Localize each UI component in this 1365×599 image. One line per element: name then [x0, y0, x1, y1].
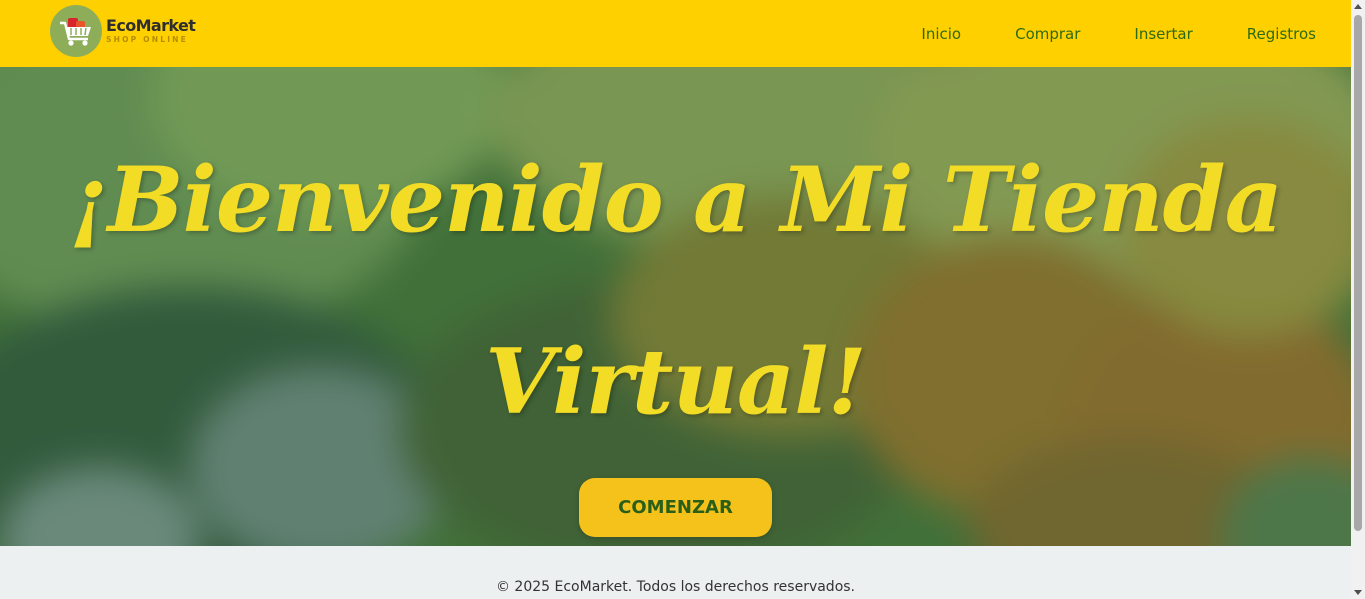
nav-link-comprar[interactable]: Comprar [1015, 25, 1080, 43]
comenzar-button[interactable]: COMENZAR [579, 478, 772, 537]
shopping-cart-icon [50, 5, 102, 57]
hero-title: ¡Bienvenido a Mi Tienda Virtual! [69, 147, 1283, 435]
nav-link-registros[interactable]: Registros [1247, 25, 1316, 43]
hero-section: ¡Bienvenido a Mi Tienda Virtual! COMENZA… [0, 67, 1351, 546]
nav-link-inicio[interactable]: Inicio [921, 25, 961, 43]
vertical-scrollbar[interactable] [1351, 0, 1365, 599]
scroll-up-arrow-icon[interactable] [1354, 4, 1362, 9]
nav-link-insertar[interactable]: Insertar [1134, 25, 1192, 43]
scroll-down-arrow-icon[interactable] [1354, 590, 1362, 595]
scrollbar-thumb[interactable] [1354, 15, 1362, 531]
navbar: EcoMarket SHOP ONLINE Inicio Comprar Ins… [0, 0, 1351, 67]
brand-name: EcoMarket [106, 16, 196, 36]
copyright-text: © 2025 EcoMarket. Todos los derechos res… [495, 579, 856, 595]
brand-logo[interactable]: EcoMarket SHOP ONLINE [50, 5, 196, 57]
page: EcoMarket SHOP ONLINE Inicio Comprar Ins… [0, 0, 1365, 599]
footer: © 2025 EcoMarket. Todos los derechos res… [0, 546, 1351, 599]
brand-tagline: SHOP ONLINE [106, 35, 188, 45]
main-nav: Inicio Comprar Insertar Registros [867, 0, 1316, 67]
